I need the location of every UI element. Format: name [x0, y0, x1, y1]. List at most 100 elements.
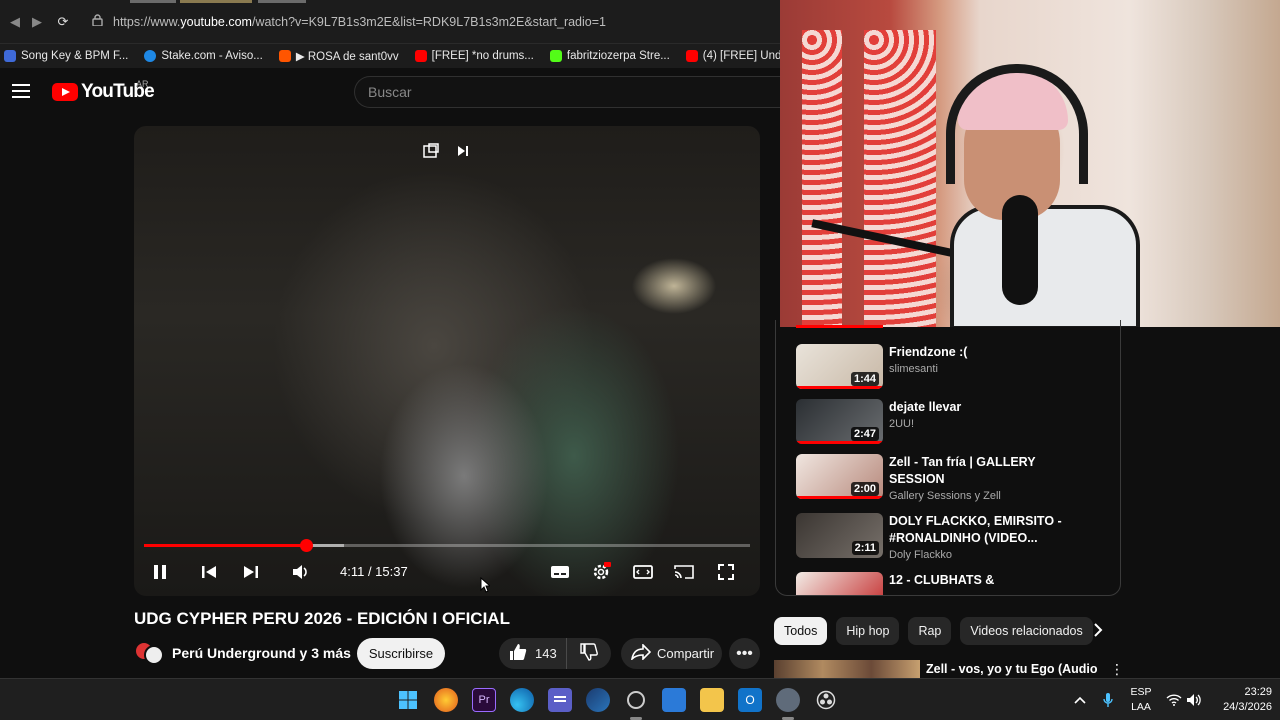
menu-icon[interactable]	[12, 84, 30, 98]
firefox-icon[interactable]	[434, 688, 458, 712]
fullscreen-icon[interactable]	[714, 560, 738, 584]
soundcloud-icon	[278, 50, 291, 62]
volume-icon[interactable]	[289, 560, 313, 584]
share-button[interactable]: Compartir	[621, 638, 722, 669]
chip-rap[interactable]: Rap	[908, 617, 952, 645]
edge-icon[interactable]	[510, 688, 534, 712]
duration-badge: 2:11	[851, 541, 879, 555]
miniplayer-icon[interactable]	[420, 140, 442, 162]
time-display: 4:11 / 15:37	[340, 564, 408, 579]
curtain-left	[802, 30, 842, 327]
search-input[interactable]: Buscar	[354, 76, 784, 108]
bookmark-favicon-icon	[144, 50, 157, 62]
system-clock[interactable]: 23:29 24/3/2026	[1208, 685, 1272, 715]
bookmark-item[interactable]: Stake.com - Aviso...	[144, 50, 263, 62]
share-label: Compartir	[657, 646, 715, 661]
outlook-icon[interactable]: O	[738, 688, 762, 712]
browser-tab-active[interactable]	[180, 0, 252, 3]
recommendation-item[interactable]: Zell - vos, yo y tu Ego (Audio ⋮	[774, 660, 1124, 678]
playlist-item[interactable]: 2:00 Zell - Tan fría | GALLERY SESSION G…	[796, 454, 1116, 502]
playlist-thumbnail	[796, 572, 883, 595]
mouse-cursor-icon	[480, 576, 492, 598]
forward-icon[interactable]: ▶	[26, 11, 48, 33]
chevron-up-icon[interactable]	[1068, 688, 1092, 712]
webcam-overlay	[780, 0, 1280, 327]
browser-tab[interactable]	[130, 0, 176, 3]
url-text: https://www.youtube.com/watch?v=K9L7B1s3…	[113, 14, 606, 29]
playlist-thumbnail: 2:00	[796, 454, 883, 499]
share-arrow-icon	[630, 643, 652, 663]
duration-badge: 2:00	[850, 482, 879, 496]
microphone-icon	[1002, 195, 1038, 305]
more-vertical-icon[interactable]: ⋮	[1110, 661, 1124, 678]
headphones-icon	[946, 64, 1088, 184]
notes-app-icon[interactable]	[548, 688, 572, 712]
back-icon[interactable]: ◀	[4, 11, 26, 33]
chip-hip-hop[interactable]: Hip hop	[836, 617, 900, 645]
playlist-item-channel: Gallery Sessions y Zell	[889, 490, 1001, 502]
bookmarks-bar: Song Key & BPM F... Stake.com - Aviso...…	[0, 44, 780, 68]
windows-start-icon[interactable]	[396, 688, 420, 712]
pause-icon[interactable]	[148, 560, 172, 584]
bookmark-item[interactable]: (4) [FREE] Undera...	[685, 50, 780, 62]
obs-icon[interactable]	[624, 688, 648, 712]
subscribe-button[interactable]: Suscribirse	[357, 638, 445, 669]
clock-time: 23:29	[1244, 686, 1272, 698]
obs-studio-icon[interactable]	[814, 688, 838, 712]
curtain-right	[864, 30, 936, 327]
chevron-right-icon[interactable]	[1092, 622, 1104, 643]
video-player[interactable]: 4:11 / 15:37	[134, 126, 760, 596]
url-field[interactable]: https://www.youtube.com/watch?v=K9L7B1s3…	[92, 14, 606, 29]
bookmark-item[interactable]: fabritziozerpa Stre...	[549, 50, 670, 62]
progress-scrubber[interactable]	[299, 539, 313, 552]
playlist-item-title: DOLY FLACKKO, EMIRSITO - #RONALDINHO (VI…	[889, 514, 1062, 545]
cast-icon[interactable]	[672, 560, 696, 584]
like-dislike-group: 143	[499, 638, 611, 669]
theater-mode-icon[interactable]	[631, 560, 655, 584]
dislike-button[interactable]	[567, 643, 611, 664]
filter-chips: Todos Hip hop Rap Videos relacionados	[774, 617, 1093, 645]
browser-tab[interactable]	[258, 0, 306, 3]
country-code: AR	[136, 79, 149, 89]
previous-item-remnant	[796, 325, 883, 328]
browser-address-bar: ◀ ▶ ⟳ https://www.youtube.com/watch?v=K9…	[0, 0, 780, 44]
bookmark-item[interactable]: [FREE] *no drums...	[414, 50, 534, 62]
youtube-favicon-icon	[414, 50, 427, 62]
subtitles-icon[interactable]	[548, 560, 572, 584]
file-explorer-icon[interactable]	[700, 688, 724, 712]
youtube-favicon-icon	[685, 50, 698, 62]
playlist-item[interactable]: 2:47 dejate llevar 2UU!	[796, 399, 1116, 447]
channel-name[interactable]: Perú Underground y 3 más	[172, 645, 351, 661]
channel-avatar[interactable]	[134, 639, 164, 667]
thumbs-up-icon	[509, 643, 527, 664]
like-button[interactable]: 143	[499, 638, 567, 669]
more-actions-icon[interactable]: •••	[729, 638, 760, 669]
bookmark-item[interactable]: ▶ ROSA de sant0vv	[278, 49, 399, 63]
next-icon[interactable]	[239, 560, 263, 584]
bookmark-item[interactable]: Song Key & BPM F...	[4, 50, 128, 62]
settings-gear-icon[interactable]	[776, 688, 800, 712]
playlist-item[interactable]: 1:44 Friendzone :( slimesanti	[796, 344, 1116, 392]
progress-bar[interactable]	[144, 539, 750, 552]
playlist-thumbnail: 2:47	[796, 399, 883, 444]
chip-videos-relacionados[interactable]: Videos relacionados	[960, 617, 1093, 645]
premiere-pro-icon[interactable]: Pr	[472, 688, 496, 712]
duration-badge: 2:47	[850, 427, 879, 441]
youtube-play-icon	[52, 83, 78, 101]
previous-icon[interactable]	[197, 560, 221, 584]
next-overlay-icon[interactable]	[452, 140, 474, 162]
playlist-panel[interactable]: 1:44 Friendzone :( slimesanti 2:47 dejat…	[775, 320, 1121, 596]
steam-icon[interactable]	[586, 688, 610, 712]
microphone-tray-icon[interactable]	[1096, 688, 1120, 712]
playlist-item[interactable]: 12 - CLUBHATS &	[796, 572, 1116, 595]
windows-taskbar: Pr O ESP LAA 23:29 24/3/2026	[0, 678, 1280, 720]
speaker-icon[interactable]	[1182, 688, 1206, 712]
reload-icon[interactable]: ⟳	[52, 11, 74, 33]
playlist-thumbnail: 2:11	[796, 513, 883, 558]
language-indicator[interactable]: ESP LAA	[1130, 685, 1152, 715]
settings-gear-icon[interactable]	[589, 560, 613, 584]
chip-todos[interactable]: Todos	[774, 617, 828, 645]
kick-icon	[549, 50, 562, 62]
playlist-item[interactable]: 2:11 DOLY FLACKKO, EMIRSITO - #RONALDINH…	[796, 513, 1116, 561]
microsoft-store-icon[interactable]	[662, 688, 686, 712]
